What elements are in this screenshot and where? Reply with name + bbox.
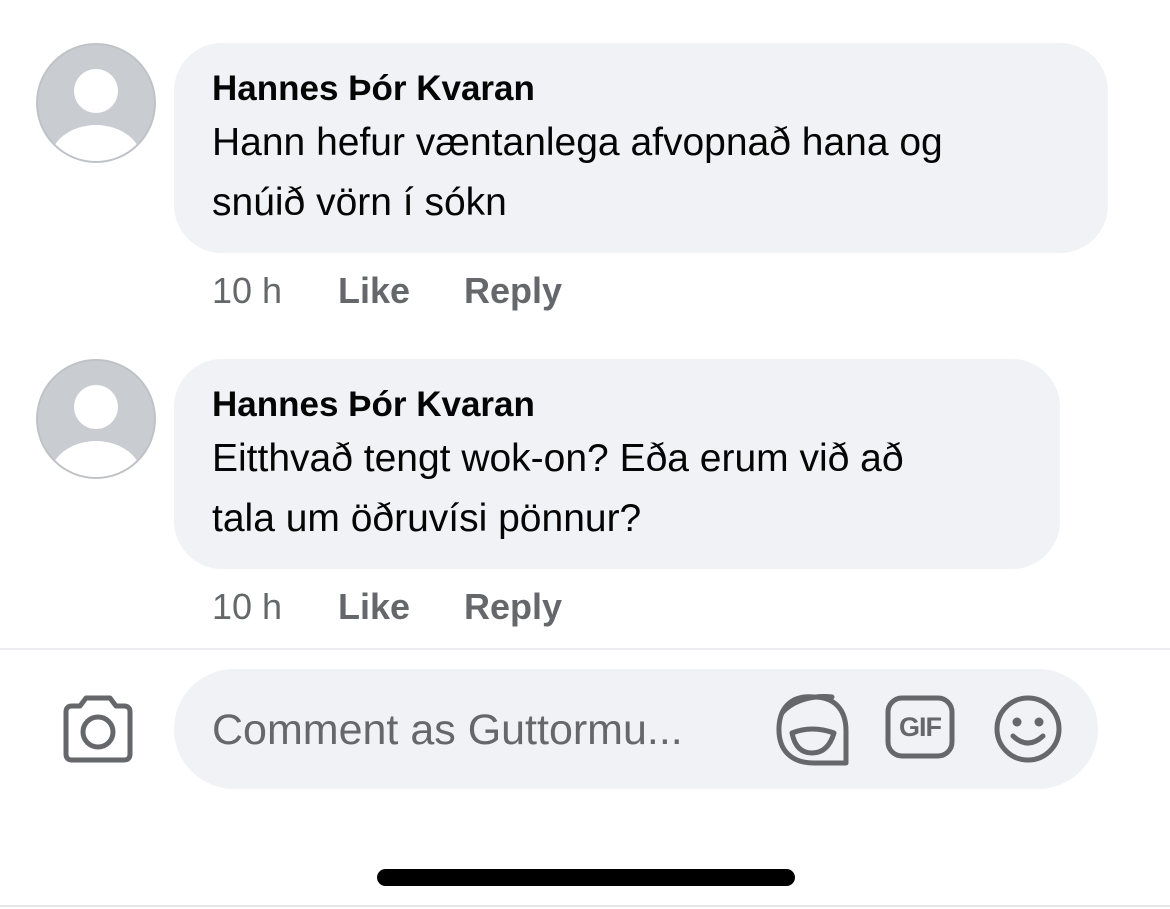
comment-author[interactable]: Hannes Þór Kvaran (212, 69, 1072, 109)
emoji-icon (994, 695, 1062, 763)
comment-text-line: Hann hefur væntanlega afvopnað hana og (212, 121, 943, 164)
camera-button[interactable] (60, 694, 136, 764)
default-avatar-icon (50, 69, 142, 161)
gif-button[interactable]: GIF (884, 694, 956, 760)
default-avatar-icon (50, 385, 142, 477)
bottom-edge (0, 905, 1170, 907)
home-indicator[interactable] (377, 869, 795, 886)
sticker-icon (776, 694, 849, 766)
gif-label: GIF (899, 712, 942, 742)
divider (0, 648, 1170, 650)
comment-timestamp: 10 h (212, 586, 283, 627)
camera-icon (63, 695, 133, 763)
comment-bubble: Hannes Þór Kvaran Hann hefur væntanlega … (174, 43, 1108, 253)
comment-composer[interactable]: Comment as Guttormu... GIF (174, 669, 1098, 789)
like-button[interactable]: Like (338, 587, 464, 627)
sticker-button[interactable] (774, 691, 852, 767)
emoji-button[interactable] (992, 693, 1064, 765)
comment-text-line: tala um öðruvísi pönnur? (212, 497, 642, 540)
comment-text-line: Eitthvað tengt wok-on? Eða erum við að (212, 437, 904, 480)
like-button[interactable]: Like (338, 271, 464, 311)
avatar[interactable] (36, 43, 156, 163)
comment-text-line: snúið vörn í sókn (212, 181, 507, 224)
comment-author[interactable]: Hannes Þór Kvaran (212, 385, 1024, 425)
comment-actions: 10 h Like Reply (212, 587, 562, 627)
comment-input[interactable]: Comment as Guttormu... (212, 707, 683, 753)
comment-timestamp: 10 h (212, 270, 283, 311)
comment-text: Hann hefur væntanlega afvopnað hana og s… (212, 113, 1072, 233)
comment-text: Eitthvað tengt wok-on? Eða erum við að t… (212, 429, 1024, 549)
comment-actions: 10 h Like Reply (212, 271, 562, 311)
reply-button[interactable]: Reply (464, 271, 562, 311)
comment-bubble: Hannes Þór Kvaran Eitthvað tengt wok-on?… (174, 359, 1060, 569)
reply-button[interactable]: Reply (464, 587, 562, 627)
avatar[interactable] (36, 359, 156, 479)
